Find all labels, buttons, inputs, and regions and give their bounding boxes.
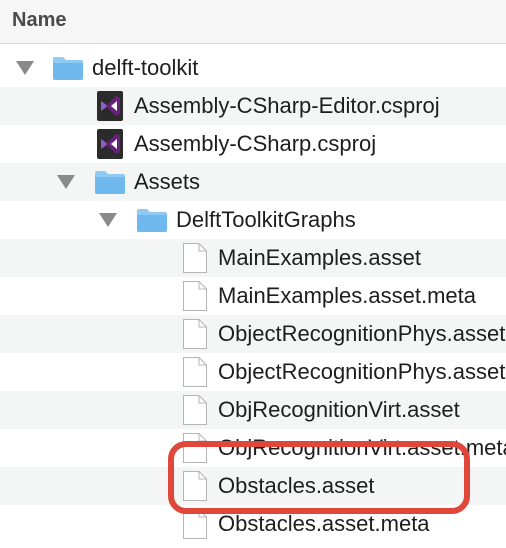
list-item[interactable]: MainExamples.asset.meta (0, 277, 506, 315)
list-item-label: ObjectRecognitionPhys.asset (218, 321, 506, 346)
column-header-name[interactable]: Name (12, 9, 66, 32)
list-item-highlighted[interactable]: Obstacles.asset (0, 467, 506, 505)
list-item[interactable]: delft-toolkit (0, 49, 506, 87)
list-item-label: Obstacles.asset (218, 473, 375, 498)
folder-icon (53, 57, 83, 80)
list-item-label: Assets (134, 169, 201, 194)
list-item-label: Assembly-CSharp-Editor.csproj (134, 93, 440, 118)
document-icon (183, 319, 207, 349)
document-icon (183, 395, 207, 425)
column-header[interactable]: Name (0, 0, 506, 44)
document-icon (183, 509, 207, 539)
list-item-label: MainExamples.asset (218, 245, 421, 270)
folder-icon (95, 171, 125, 194)
list-item-label: Obstacles.asset.meta (218, 511, 430, 536)
list-item-label: ObjectRecognitionPhys.asset.meta (218, 359, 506, 384)
document-icon (183, 357, 207, 387)
document-icon (183, 471, 207, 501)
list-item-label: delft-toolkit (92, 55, 199, 80)
disclosure-triangle-icon[interactable] (16, 61, 34, 75)
list-item-label: ObjRecognitionVirt.asset.meta (218, 435, 506, 460)
list-item[interactable]: Obstacles.asset.meta (0, 505, 506, 543)
visual-studio-icon (97, 129, 123, 159)
folder-icon (137, 209, 167, 232)
list-item[interactable]: ObjectRecognitionPhys.asset (0, 315, 506, 353)
list-item[interactable]: DelftToolkitGraphs (0, 201, 506, 239)
list-item[interactable]: Assembly-CSharp.csproj (0, 125, 506, 163)
list-item[interactable]: MainExamples.asset (0, 239, 506, 277)
list-item[interactable]: Assets (0, 163, 506, 201)
list-item[interactable]: ObjRecognitionVirt.asset (0, 391, 506, 429)
list-item-label: ObjRecognitionVirt.asset (218, 397, 460, 422)
document-icon (183, 433, 207, 463)
list-item-label: DelftToolkitGraphs (176, 207, 356, 232)
list-item[interactable]: Assembly-CSharp-Editor.csproj (0, 87, 506, 125)
list-item-label: MainExamples.asset.meta (218, 283, 476, 308)
list-item[interactable]: ObjectRecognitionPhys.asset.meta (0, 353, 506, 391)
list-item[interactable]: ObjRecognitionVirt.asset.meta (0, 429, 506, 467)
document-icon (183, 281, 207, 311)
disclosure-triangle-icon[interactable] (99, 213, 117, 227)
document-icon (183, 243, 207, 273)
visual-studio-icon (97, 91, 123, 121)
list-item-label: Assembly-CSharp.csproj (134, 131, 377, 156)
disclosure-triangle-icon[interactable] (57, 175, 75, 189)
file-list: delft-toolkit Assembly-CSharp-Editor.csp… (0, 49, 506, 543)
